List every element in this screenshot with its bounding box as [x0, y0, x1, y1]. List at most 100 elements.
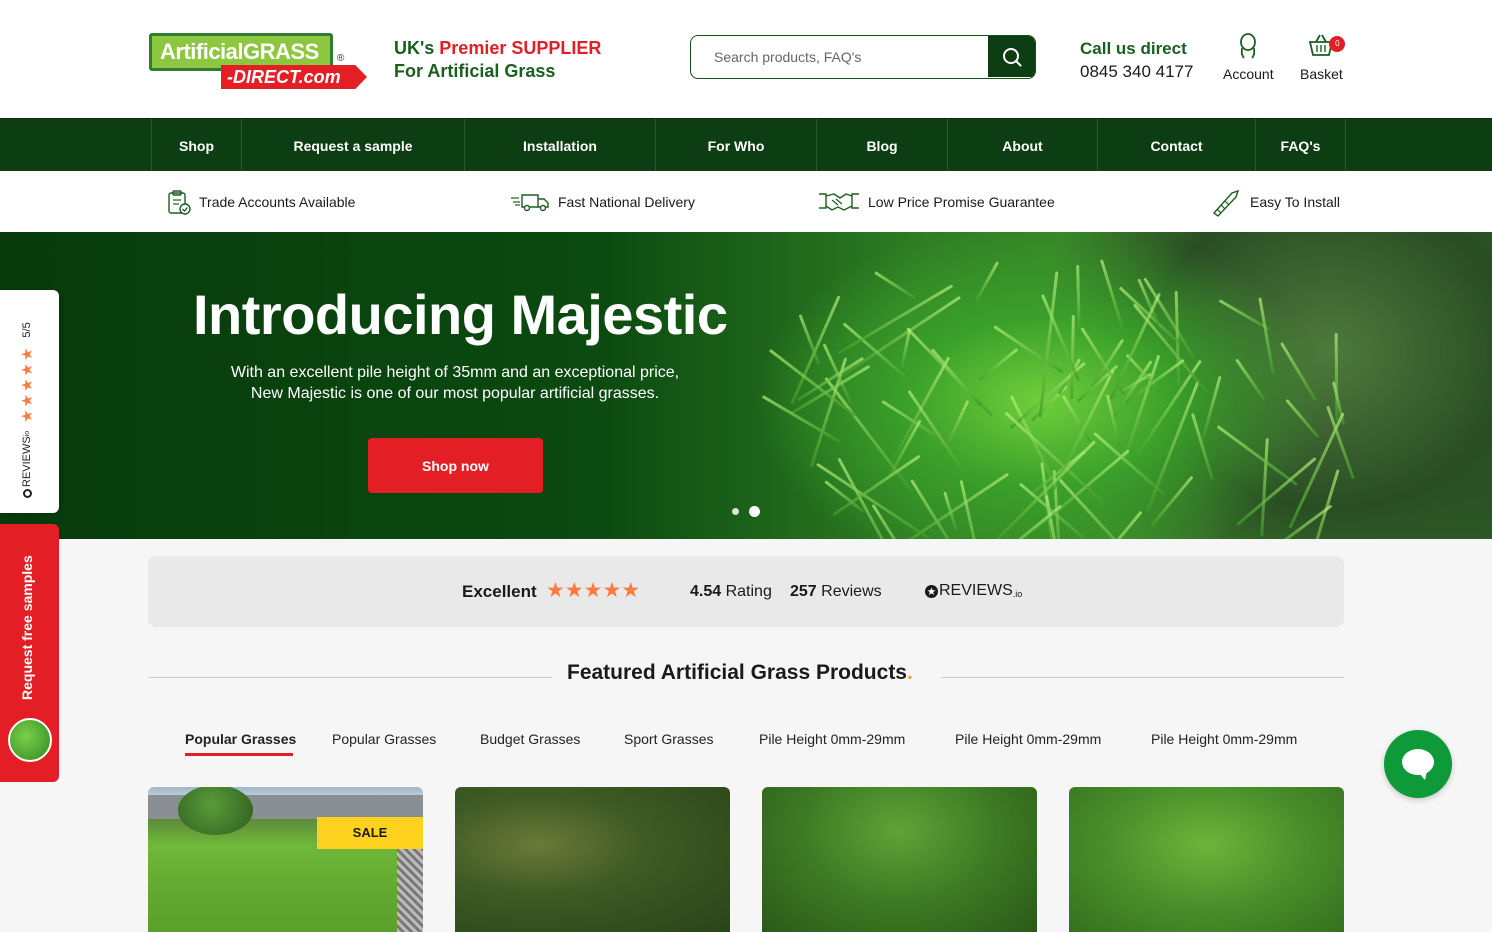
nav-item-installation[interactable]: Installation [464, 119, 655, 172]
search-bar [690, 35, 1036, 79]
tab-sport-grasses[interactable]: Sport Grasses [624, 731, 713, 747]
basket-link[interactable]: 0 Basket [1300, 33, 1346, 82]
tab-pile-height-2[interactable]: Pile Height 0mm-29mm [955, 731, 1101, 747]
usp-easy-install: Easy To Install [1210, 171, 1340, 232]
tab-pile-height-3[interactable]: Pile Height 0mm-29mm [1151, 731, 1297, 747]
basket-count-badge: 0 [1329, 36, 1346, 52]
rating-bar: Excellent ★★★★★ 4.54 Rating 257 Reviews … [148, 556, 1344, 627]
reviews-brand-suffix-text: .io [1012, 588, 1023, 599]
grass-blade [887, 419, 922, 479]
header-tagline: UK's Premier SUPPLIER For Artificial Gra… [394, 38, 602, 81]
usp-trade-accounts: Trade Accounts Available [167, 171, 355, 232]
sale-badge: SALE [317, 817, 423, 849]
user-icon [1240, 33, 1257, 59]
divider-right [941, 677, 1344, 678]
grass-blade [992, 324, 1064, 374]
usp-label: Low Price Promise Guarantee [868, 193, 1055, 210]
product-card-4[interactable] [1069, 787, 1344, 932]
hero-banner: Introducing Majestic With an excellent p… [0, 232, 1492, 539]
reviews-brand-text: REVIEWS [939, 582, 1013, 599]
call-label: Call us direct [1080, 39, 1187, 58]
product-card-3[interactable] [762, 787, 1037, 932]
search-input[interactable] [691, 36, 989, 77]
reviews-io-logo[interactable]: REVIEWS .io [924, 582, 1022, 600]
grass-blade [1070, 314, 1076, 399]
site-logo[interactable]: ArtificialGRASS ® -DIRECT.com [149, 33, 369, 91]
grass-blade [1216, 424, 1299, 486]
grass-blade [816, 462, 930, 539]
side-score: 5/5 [21, 322, 33, 338]
reviews-brand: REVIEWS [21, 436, 33, 487]
rating-stars: ★★★★★ [546, 579, 641, 602]
side-stars: ★★★★★ [19, 345, 36, 423]
free-samples-side-tab[interactable]: Request free samples [0, 524, 59, 782]
clipboard-check-icon [168, 189, 191, 215]
reviews-logo-icon [22, 489, 32, 498]
nav-item-for-who[interactable]: For Who [655, 119, 816, 172]
rating-excellent: Excellent [462, 582, 537, 601]
carousel-dot-2[interactable] [749, 506, 760, 517]
live-chat-button[interactable] [1384, 730, 1452, 798]
site-header: ArtificialGRASS ® -DIRECT.com UK's Premi… [0, 0, 1492, 118]
nav-item-faqs[interactable]: FAQ's [1255, 119, 1346, 172]
reviews-brand-suffix: io [23, 430, 31, 437]
grass-blade [943, 400, 970, 451]
grass-blade [874, 271, 918, 301]
active-tab-indicator [185, 753, 293, 756]
grass-blade [978, 347, 1019, 381]
grass-blade [1258, 296, 1275, 375]
grass-blade [1301, 469, 1340, 539]
grass-blade [1259, 437, 1269, 536]
account-link[interactable]: Account [1223, 33, 1274, 82]
basket-label: Basket [1300, 66, 1343, 82]
usp-fast-delivery: Fast National Delivery [510, 171, 695, 232]
tab-pile-height-1[interactable]: Pile Height 0mm-29mm [759, 731, 905, 747]
rating-score: 4.54 Rating [690, 583, 772, 600]
main-nav: Shop Request a sample Installation For W… [0, 118, 1492, 172]
shop-now-button[interactable]: Shop now [368, 438, 543, 493]
divider-left [148, 677, 552, 678]
product-card-1[interactable]: SALE [148, 787, 423, 932]
account-label: Account [1223, 66, 1274, 82]
nav-item-blog[interactable]: Blog [816, 119, 947, 172]
grass-blade [907, 390, 968, 478]
grass-blade [1235, 358, 1267, 401]
nav-item-shop[interactable]: Shop [151, 119, 241, 172]
tab-budget-grasses[interactable]: Budget Grasses [480, 731, 580, 747]
grass-blade [1105, 394, 1121, 448]
tab-popular-grasses-2[interactable]: Popular Grasses [332, 731, 436, 747]
grass-blade [1280, 342, 1318, 402]
reviews-star-icon [925, 584, 938, 598]
grass-blade [1099, 259, 1125, 333]
product-card-2[interactable] [455, 787, 730, 932]
reviews-side-tab[interactable]: REVIEWS io ★★★★★ 5/5 [0, 290, 59, 513]
free-samples-label: Request free samples [19, 555, 35, 700]
logo-registered-mark: ® [337, 53, 345, 64]
grass-blade [1056, 476, 1149, 539]
carousel-dot-1[interactable] [732, 508, 739, 515]
search-button[interactable] [988, 36, 1035, 77]
logo-bottom-text: -DIRECT.com [221, 65, 367, 89]
reviews-side-content: REVIEWS io ★★★★★ 5/5 [18, 322, 36, 498]
usp-label: Fast National Delivery [558, 193, 695, 210]
nav-item-about[interactable]: About [947, 119, 1097, 172]
usp-price-promise: Low Price Promise Guarantee [818, 171, 1055, 232]
grass-sample-image [8, 718, 52, 762]
usp-label: Trade Accounts Available [199, 193, 356, 210]
grass-blade [943, 491, 959, 532]
delivery-truck-icon [511, 193, 549, 211]
tab-popular-grasses[interactable]: Popular Grasses [185, 731, 296, 747]
usp-bar: Trade Accounts Available Fast National D… [0, 171, 1492, 232]
nav-item-contact[interactable]: Contact [1097, 119, 1255, 172]
hero-title: Introducing Majestic [193, 283, 728, 346]
usp-label: Easy To Install [1250, 193, 1341, 210]
nav-item-request-sample[interactable]: Request a sample [241, 119, 464, 172]
hero-text: With an excellent pile height of 35mm an… [230, 364, 680, 402]
handshake-icon [819, 192, 859, 211]
phone-number[interactable]: 0845 340 4177 [1080, 62, 1193, 82]
cutter-knife-icon [1212, 189, 1240, 217]
call-us[interactable]: Call us direct 0845 340 4177 [1080, 39, 1193, 82]
search-icon [1002, 47, 1021, 66]
grass-blade [837, 283, 953, 355]
grass-blade [881, 399, 946, 443]
